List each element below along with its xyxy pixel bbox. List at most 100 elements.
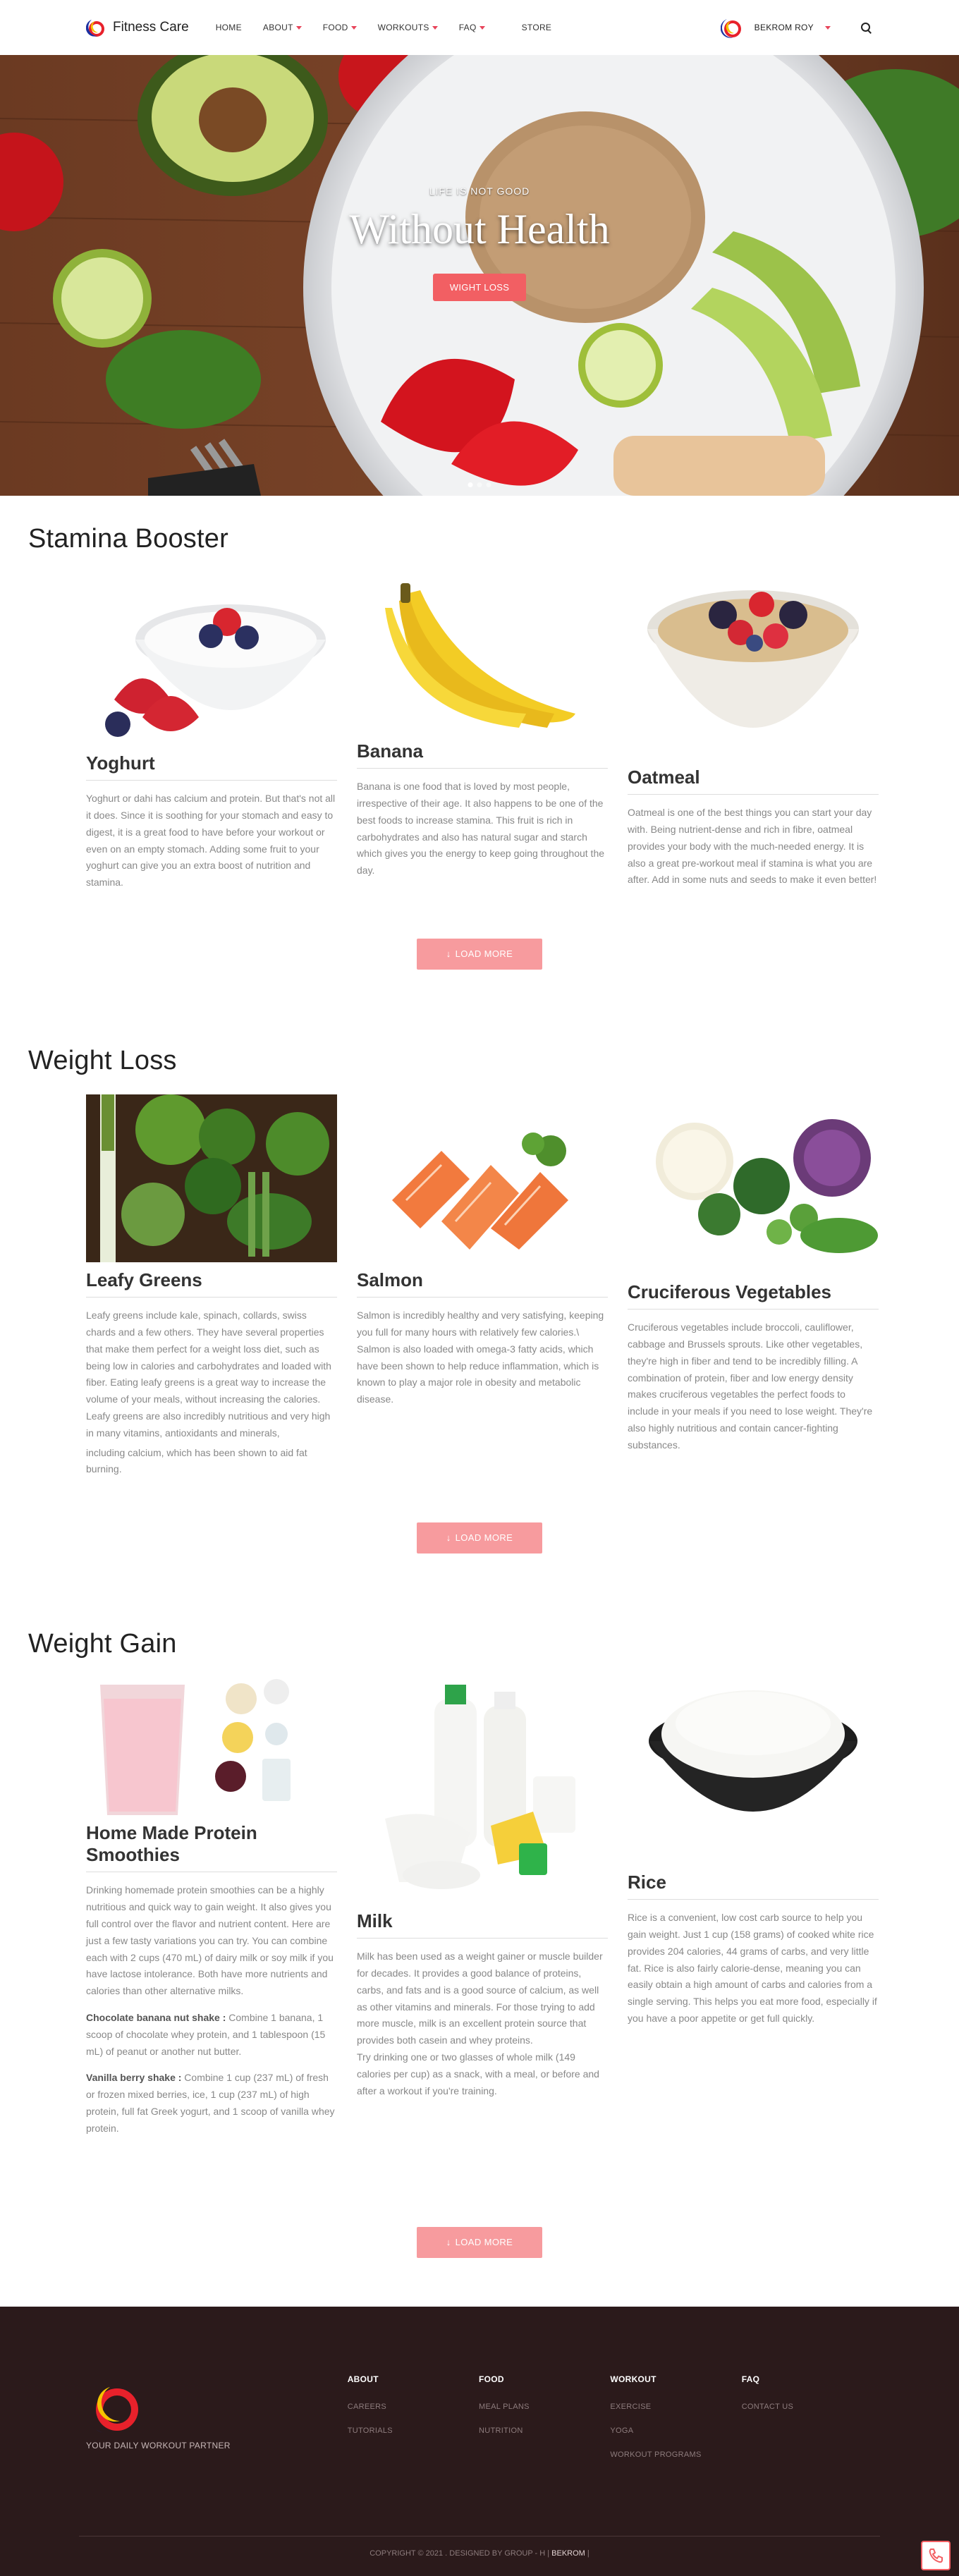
card-text: Drinking homemade protein smoothies can … (86, 1882, 337, 2137)
footer-column-faq: FAQ CONTACT US (742, 2374, 873, 2474)
salmon-image (357, 1094, 608, 1262)
menu-item-label: STORE (521, 23, 552, 32)
recipe-paragraph: Chocolate banana nut shake : Combine 1 b… (86, 2010, 337, 2060)
oatmeal-image (628, 573, 879, 759)
card-title: Leafy Greens (86, 1262, 337, 1298)
card-text: Milk has been used as a weight gainer or… (357, 1948, 608, 2099)
hero-title: Without Health (349, 206, 610, 252)
milk-image (357, 1671, 608, 1903)
carousel-dot[interactable] (477, 482, 482, 487)
card-row: Home Made Protein Smoothies Drinking hom… (28, 1671, 931, 2137)
recipe-name: Chocolate banana nut shake : (86, 2011, 226, 2023)
menu-item-faq[interactable]: FAQ (452, 23, 499, 32)
search-icon[interactable] (859, 20, 873, 35)
food-card: Banana Banana is one food that is loved … (357, 573, 608, 891)
food-card: Cruciferous Vegetables Cruciferous veget… (628, 1094, 879, 1478)
copyright-name[interactable]: BEKROM (551, 2549, 585, 2558)
footer-heading: WORKOUT (610, 2374, 656, 2384)
load-more-button[interactable]: ↓ LOAD MORE (417, 1522, 542, 1553)
menu-item-label: FOOD (322, 23, 348, 32)
footer: YOUR DAILY WORKOUT PARTNER ABOUT CAREERS… (0, 2307, 959, 2576)
card-text: Salmon is incredibly healthy and very sa… (357, 1310, 604, 1405)
food-card: Milk Milk has been used as a weight gain… (357, 1671, 608, 2137)
load-more-label: LOAD MORE (455, 2237, 513, 2247)
nav-right: BEKROM ROY (720, 16, 873, 39)
yoghurt-image (86, 573, 337, 745)
caret-down-icon (432, 25, 438, 30)
footer-heading: ABOUT (347, 2374, 379, 2384)
card-text: Banana is one food that is loved by most… (357, 781, 605, 877)
phone-call-icon[interactable] (921, 2541, 951, 2570)
user-name: BEKROM ROY (754, 23, 814, 32)
user-avatar-icon[interactable] (720, 16, 745, 39)
card-title: Banana (357, 733, 608, 769)
menu-item-label: WORKOUTS (377, 23, 429, 32)
card-paragraph: Leafy greens include kale, spinach, coll… (86, 1310, 331, 1439)
brand-name: Fitness Care (113, 20, 189, 35)
load-more-button[interactable]: ↓ LOAD MORE (417, 939, 542, 970)
footer-logo-icon (83, 2374, 145, 2434)
footer-link[interactable]: MEAL PLANS (479, 2403, 610, 2411)
hero-banner: LIFE IS NOT GOOD Without Health WIGHT LO… (0, 55, 959, 496)
menu-item-label: FAQ (458, 23, 477, 32)
card-text: Rice is a convenient, low cost carb sour… (628, 1912, 877, 2024)
load-more-label: LOAD MORE (455, 1532, 513, 1543)
copyright-bar: COPYRIGHT © 2021 . DESIGNED BY GROUP - H… (79, 2536, 880, 2558)
menu-item-food[interactable]: FOOD (316, 23, 371, 32)
load-more-button[interactable]: ↓ LOAD MORE (417, 2227, 542, 2258)
load-more-label: LOAD MORE (455, 948, 513, 959)
menu-item-workouts[interactable]: WORKOUTS (371, 23, 452, 32)
carousel-dot[interactable] (486, 482, 491, 487)
footer-link[interactable]: CONTACT US (742, 2403, 873, 2411)
footer-column-about: ABOUT CAREERS TUTORIALS (348, 2374, 479, 2474)
hero-content: LIFE IS NOT GOOD Without Health WIGHT LO… (0, 185, 959, 301)
card-text: Oatmeal is one of the best things you ca… (628, 807, 877, 886)
footer-heading: FOOD (479, 2374, 504, 2384)
protein-smoothie-image (86, 1678, 337, 1815)
footer-tagline: YOUR DAILY WORKOUT PARTNER (86, 2441, 231, 2450)
card-paragraph: Try drinking one or two glasses of whole… (357, 2051, 599, 2096)
footer-link[interactable]: WORKOUT PROGRAMS (610, 2450, 741, 2459)
footer-link[interactable]: NUTRITION (479, 2427, 610, 2435)
card-title: Rice (628, 1864, 879, 1900)
arrow-down-icon: ↓ (446, 1532, 451, 1543)
footer-link[interactable]: EXERCISE (610, 2403, 741, 2411)
menu-item-about[interactable]: ABOUT (256, 23, 316, 32)
carousel-dot[interactable] (468, 482, 473, 487)
footer-brand: YOUR DAILY WORKOUT PARTNER (83, 2374, 348, 2474)
card-text: Yoghurt or dahi has calcium and protein.… (86, 793, 336, 889)
caret-down-icon (479, 25, 485, 30)
banana-image (357, 573, 608, 733)
section-title: Stamina Booster (28, 524, 228, 554)
card-paragraph: Drinking homemade protein smoothies can … (86, 1884, 334, 1997)
footer-link[interactable]: CAREERS (348, 2403, 479, 2411)
footer-heading: FAQ (741, 2374, 760, 2384)
weight-loss-section: Weight Loss Leafy Greens Leafy greens in… (0, 1018, 959, 1601)
arrow-down-icon: ↓ (446, 2237, 451, 2247)
recipe-paragraph: Vanilla berry shake : Combine 1 cup (237… (86, 2070, 337, 2137)
rice-image (628, 1678, 879, 1864)
top-navbar: Fitness Care HOME ABOUT FOOD WORKOUTS FA… (0, 0, 959, 55)
food-card: Home Made Protein Smoothies Drinking hom… (86, 1678, 337, 2137)
stamina-section: Stamina Booster Yoghurt Yoghurt or dahi … (0, 496, 959, 1018)
hero-kicker: LIFE IS NOT GOOD (429, 185, 530, 197)
weight-gain-section: Weight Gain Home Made Protein Smoothies … (0, 1601, 959, 2307)
brand[interactable]: Fitness Care (85, 17, 189, 38)
cruciferous-vegetables-image (628, 1094, 879, 1274)
section-title: Weight Loss (28, 1046, 177, 1075)
food-card: Salmon Salmon is incredibly healthy and … (357, 1094, 608, 1478)
hero-cta-button[interactable]: WIGHT LOSS (432, 274, 527, 301)
footer-link[interactable]: TUTORIALS (348, 2427, 479, 2435)
carousel-indicators (468, 482, 491, 487)
menu-item-home[interactable]: HOME (209, 23, 256, 32)
food-card: Oatmeal Oatmeal is one of the best thing… (628, 573, 879, 891)
footer-grid: YOUR DAILY WORKOUT PARTNER ABOUT CAREERS… (83, 2307, 873, 2474)
menu-item-store[interactable]: STORE (515, 23, 566, 32)
recipe-name: Vanilla berry shake : (86, 2072, 182, 2084)
user-menu[interactable]: BEKROM ROY (755, 23, 831, 32)
caret-down-icon (825, 25, 831, 30)
caret-down-icon (295, 25, 302, 30)
arrow-down-icon: ↓ (446, 948, 451, 959)
main-menu: HOME ABOUT FOOD WORKOUTS FAQ STORE (209, 23, 566, 32)
footer-link[interactable]: YOGA (610, 2427, 741, 2435)
